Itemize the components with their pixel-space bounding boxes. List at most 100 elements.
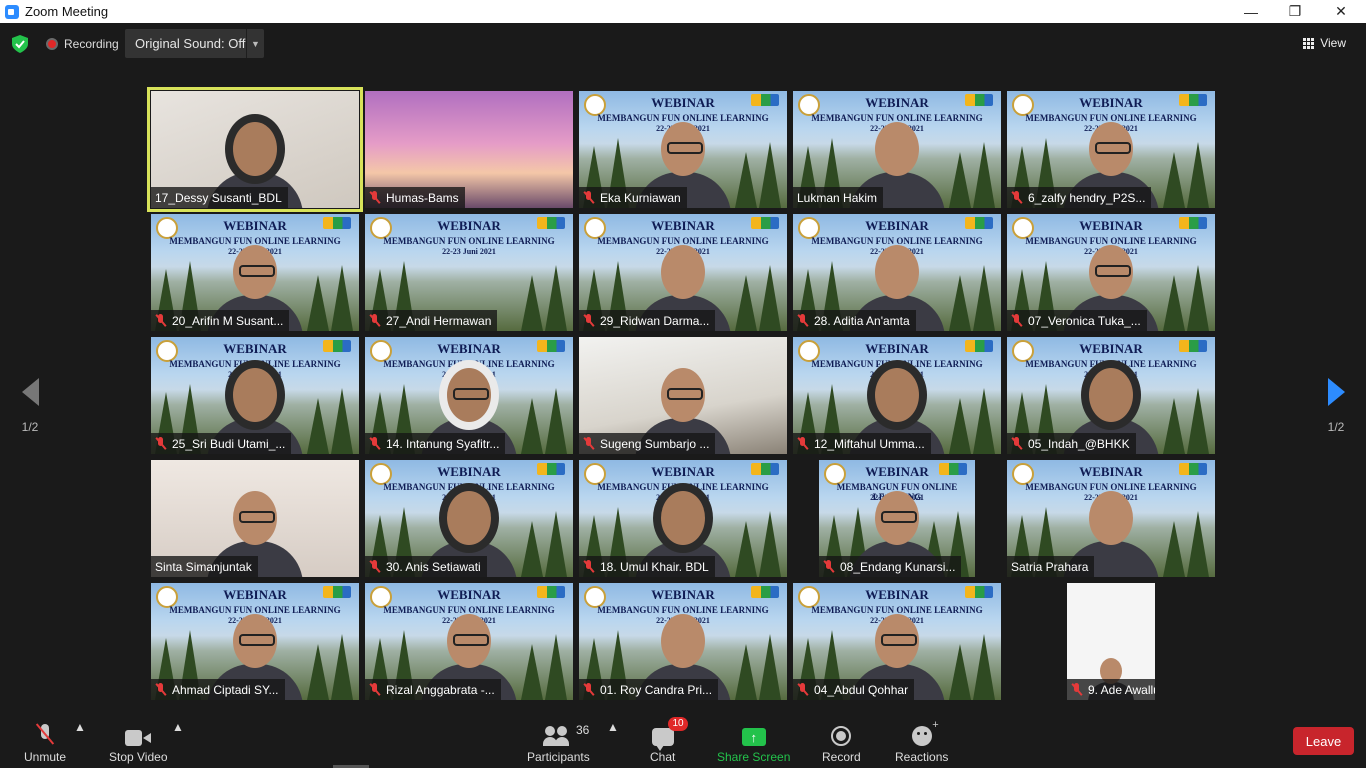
participant-video-tile[interactable]: WEBINARMEMBANGUN FUN ONLINE LEARNING22-2… — [1007, 91, 1215, 208]
close-button[interactable]: ✕ — [1318, 0, 1364, 23]
participant-video-tile[interactable]: WEBINARMEMBANGUN FUN ONLINE LEARNING22-2… — [793, 214, 1001, 331]
participant-name: Ahmad Ciptadi SY... — [172, 682, 279, 697]
participant-video-tile[interactable]: WEBINARMEMBANGUN FUN ONLINE LEARNING22-2… — [793, 337, 1001, 454]
view-button[interactable]: View — [1303, 36, 1346, 50]
participant-name: 25_Sri Budi Utami_... — [172, 436, 286, 451]
arrow-left-icon — [21, 378, 39, 406]
participant-nameplate: 18. Umul Khair. BDL — [579, 556, 715, 577]
participant-name: Eka Kurniawan — [600, 190, 681, 205]
share-screen-button[interactable]: ↑ Share Screen — [717, 720, 790, 764]
participant-video-tile[interactable]: WEBINARMEMBANGUN FUN ONLINE LEARNING22-2… — [1007, 460, 1215, 577]
security-shield-icon[interactable] — [12, 35, 28, 53]
participant-nameplate: Humas-Bams — [365, 187, 465, 208]
previous-page-button[interactable]: 1/2 — [10, 378, 50, 434]
microphone-muted-icon — [155, 314, 166, 327]
webinar-title: WEBINAR — [223, 218, 287, 233]
minimize-button[interactable]: — — [1228, 0, 1274, 23]
participant-video-tile[interactable]: WEBINARMEMBANGUN FUN ONLINE LEARNING22-2… — [151, 583, 359, 700]
participant-nameplate: 07_Veronica Tuka_... — [1007, 310, 1147, 331]
leave-button[interactable]: Leave — [1293, 727, 1354, 755]
reactions-button[interactable]: Reactions — [895, 719, 948, 764]
meeting-toolbar: Unmute ▲ Stop Video ▲ Participants 36 ▲ … — [0, 714, 1366, 768]
chevron-down-icon[interactable]: ▼ — [246, 29, 264, 58]
webinar-title: WEBINAR — [1079, 341, 1143, 356]
participant-name: 07_Veronica Tuka_... — [1028, 313, 1141, 328]
original-sound-label[interactable]: Original Sound: Off — [125, 36, 246, 51]
participant-video-tile[interactable]: Sugeng Sumbarjo ... — [579, 337, 787, 454]
participant-name: 04_Abdul Qohhar — [814, 682, 909, 697]
webinar-title: WEBINAR — [865, 95, 929, 110]
participant-name: Satria Prahara — [1011, 559, 1089, 574]
participants-options-caret[interactable]: ▲ — [607, 720, 619, 734]
participant-nameplate: 08_Endang Kunarsi... — [819, 556, 962, 577]
microphone-muted-icon — [369, 314, 380, 327]
participant-video-tile[interactable]: WEBINARMEMBANGUN FUN ONLINE LEARNING22-2… — [1007, 214, 1215, 331]
participant-name: 18. Umul Khair. BDL — [600, 559, 709, 574]
stop-video-button[interactable]: Stop Video — [109, 720, 168, 764]
record-button[interactable]: Record — [822, 720, 861, 764]
audio-options-caret[interactable]: ▲ — [74, 720, 86, 734]
webinar-title: WEBINAR — [865, 587, 929, 602]
participant-nameplate: Rizal Anggabrata -... — [365, 679, 501, 700]
participant-video-tile[interactable]: WEBINARMEMBANGUN FUN ONLINE LEARNING22-2… — [365, 460, 573, 577]
participant-video-tile[interactable]: WEBINARMEMBANGUN FUN ONLINE LEARNING22-2… — [793, 583, 1001, 700]
participant-video-tile[interactable]: WEBINARMEMBANGUN FUN ONLINE LEARNING22-2… — [579, 460, 787, 577]
microphone-muted-icon — [797, 437, 808, 450]
participant-video-tile[interactable]: WEBINARMEMBANGUN FUN ONLINE LEARNING22-2… — [1007, 337, 1215, 454]
participant-name: 12_Miftahul Umma... — [814, 436, 925, 451]
share-screen-icon: ↑ — [741, 728, 766, 746]
share-screen-label: Share Screen — [717, 750, 791, 764]
participant-video-tile[interactable]: WEBINARMEMBANGUN FUN ONLINE LEARNING22-2… — [365, 214, 573, 331]
participant-video-tile[interactable]: WEBINARMEMBANGUN FUN ONLINE LEARNING22-2… — [579, 91, 787, 208]
microphone-muted-icon — [369, 437, 380, 450]
participant-video-tile[interactable]: WEBINARMEMBANGUN FUN ONLINE LEARNING22-2… — [579, 583, 787, 700]
participant-video-tile[interactable]: WEBINARMEMBANGUN FUN ONLINE LEARNING22-2… — [151, 337, 359, 454]
participant-nameplate: Satria Prahara — [1007, 556, 1095, 577]
microphone-muted-icon — [583, 560, 594, 573]
window-titlebar: Zoom Meeting — ❐ ✕ — [0, 0, 1366, 23]
participant-video-tile[interactable]: Humas-Bams — [365, 91, 573, 208]
participant-video-tile[interactable]: Sinta Simanjuntak — [151, 460, 359, 577]
original-sound-control[interactable]: Original Sound: Off ▼ — [125, 29, 264, 58]
participant-name: 30. Anis Setiawati — [386, 559, 481, 574]
microphone-muted-icon — [1011, 191, 1022, 204]
webinar-title: WEBINAR — [1079, 464, 1143, 479]
recording-label: Recording — [64, 37, 119, 51]
participant-name: 20_Arifin M Susant... — [172, 313, 284, 328]
view-label: View — [1320, 36, 1346, 50]
microphone-muted-icon — [1011, 314, 1022, 327]
participant-nameplate: 29_Ridwan Darma... — [579, 310, 716, 331]
video-options-caret[interactable]: ▲ — [172, 720, 184, 734]
next-page-button[interactable]: 1/2 — [1316, 378, 1356, 434]
participant-video-tile[interactable]: WEBINARMEMBANGUN FUN ONLINE LEARNING22-2… — [151, 214, 359, 331]
unmute-button[interactable]: Unmute — [24, 720, 66, 764]
participant-video-tile[interactable]: WEBINARMEMBANGUN FUN ONLINE LEARNING22-2… — [365, 337, 573, 454]
participants-icon — [543, 726, 573, 746]
chat-unread-badge: 10 — [668, 717, 688, 731]
video-camera-icon — [125, 730, 152, 746]
microphone-muted-icon — [583, 314, 594, 327]
webinar-title: WEBINAR — [437, 218, 501, 233]
participant-nameplate: 01. Roy Candra Pri... — [579, 679, 719, 700]
microphone-muted-icon — [155, 437, 166, 450]
recording-indicator[interactable]: Recording — [46, 37, 119, 51]
participant-video-tile[interactable]: WEBINARMEMBANGUN FUN ONLINE LEARNING22-2… — [819, 460, 975, 577]
record-dot-icon — [46, 38, 58, 50]
maximize-button[interactable]: ❐ — [1272, 0, 1318, 23]
participant-name: Sugeng Sumbarjo ... — [600, 436, 710, 451]
participant-nameplate: 17_Dessy Susanti_BDL — [151, 187, 288, 208]
participants-count: 36 — [576, 723, 590, 737]
record-icon — [831, 726, 852, 746]
participant-name: 28. Aditia An'amta — [814, 313, 910, 328]
participant-nameplate: 04_Abdul Qohhar — [793, 679, 915, 700]
participant-video-tile[interactable]: WEBINARMEMBANGUN FUN ONLINE LEARNING22-2… — [793, 91, 1001, 208]
webinar-title: WEBINAR — [223, 341, 287, 356]
participant-video-tile[interactable]: 9. Ade Awalludin D... — [1067, 583, 1155, 700]
participant-video-tile[interactable]: WEBINARMEMBANGUN FUN ONLINE LEARNING22-2… — [579, 214, 787, 331]
participant-nameplate: Sugeng Sumbarjo ... — [579, 433, 716, 454]
participant-nameplate: 6_zalfy hendry_P2S... — [1007, 187, 1152, 208]
participant-video-tile[interactable]: 17_Dessy Susanti_BDL — [147, 87, 363, 212]
page-indicator-left: 1/2 — [21, 420, 39, 434]
participant-nameplate: Lukman Hakim — [793, 187, 884, 208]
participant-video-tile[interactable]: WEBINARMEMBANGUN FUN ONLINE LEARNING22-2… — [365, 583, 573, 700]
